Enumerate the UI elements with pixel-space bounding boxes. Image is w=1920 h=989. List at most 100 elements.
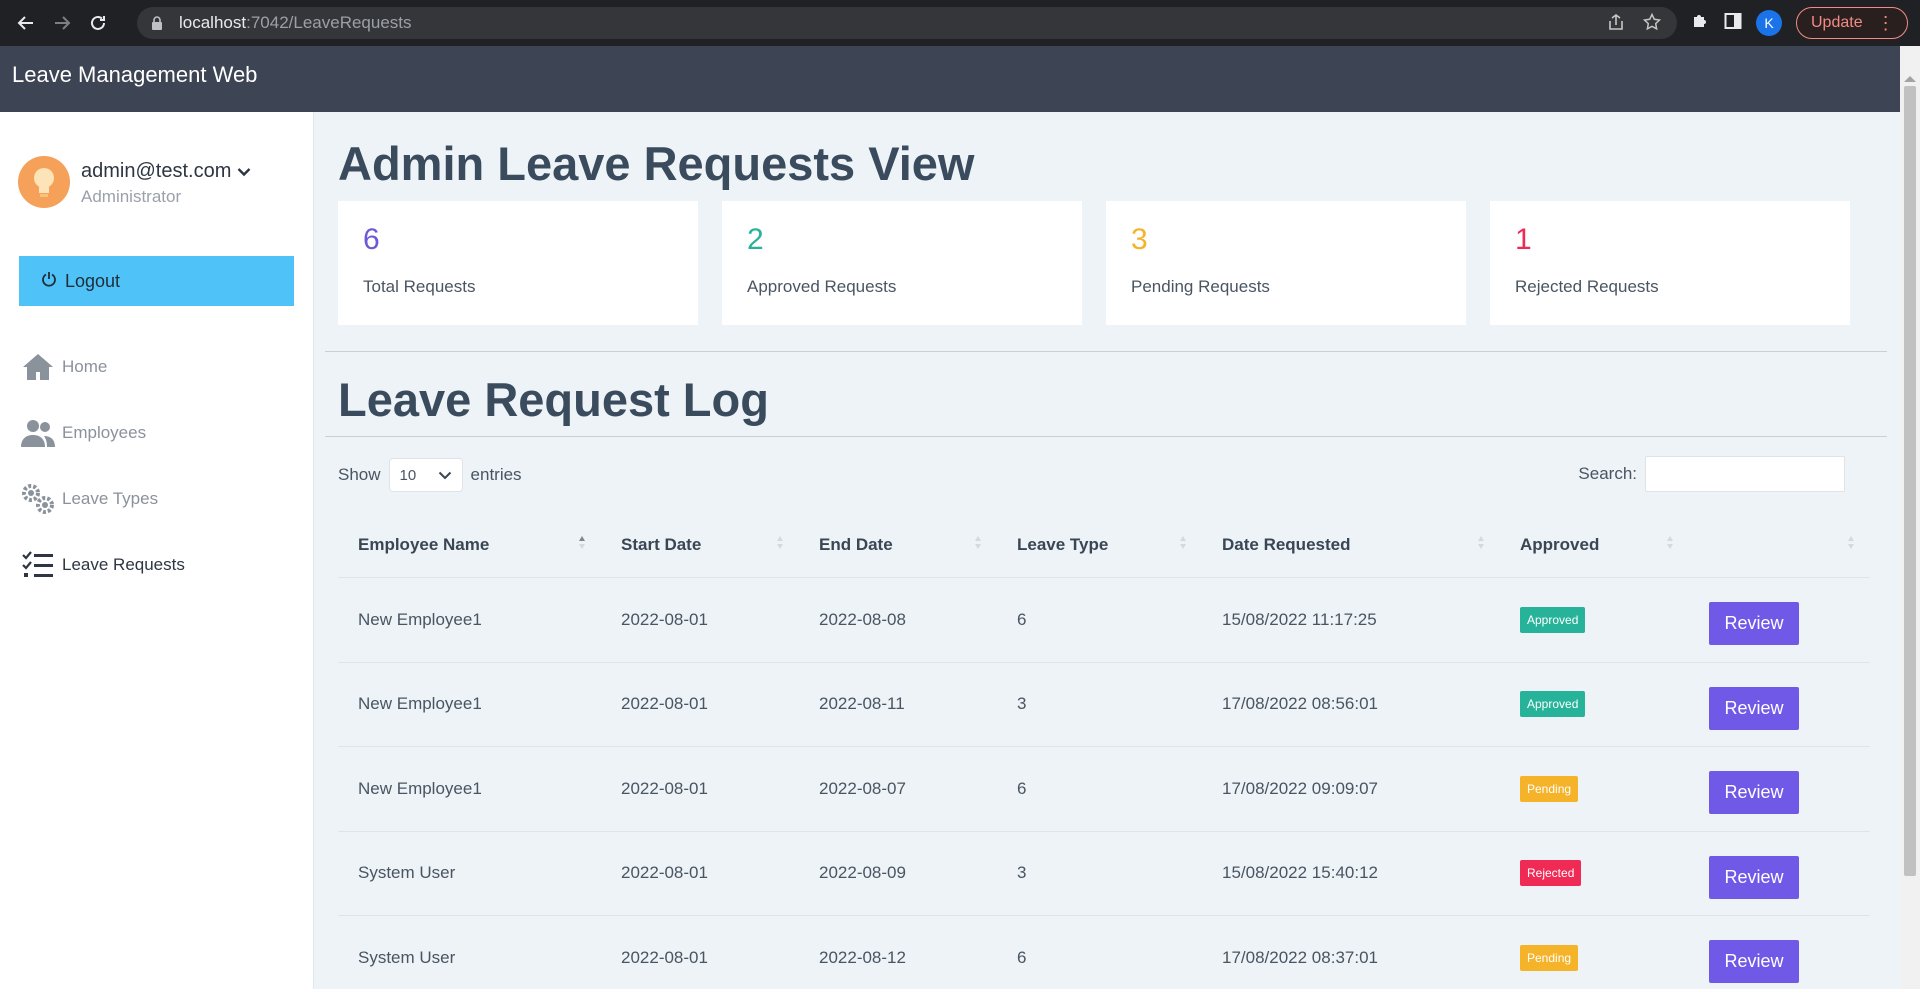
cell-date-requested: 17/08/2022 09:09:07 <box>1222 778 1378 798</box>
update-button[interactable]: Update ⋮ <box>1796 7 1908 39</box>
review-button[interactable]: Review <box>1709 940 1799 984</box>
sidebar-item-label: Leave Requests <box>62 555 185 574</box>
search-input[interactable] <box>1645 456 1845 492</box>
user-profile[interactable]: admin@test.com Administrator <box>18 156 251 208</box>
sidebar-item-leave-requests[interactable]: Leave Requests <box>20 532 300 598</box>
sidebar-item-label: Home <box>62 357 108 376</box>
stat-card-total: 6 Total Requests <box>338 201 698 325</box>
app-brand[interactable]: Leave Management Web <box>12 62 257 88</box>
share-icon[interactable] <box>1607 13 1625 36</box>
sort-icon <box>579 534 587 550</box>
logout-label: Logout <box>65 270 121 291</box>
checklist-icon <box>20 550 56 580</box>
extensions-puzzle-icon[interactable] <box>1690 11 1710 36</box>
table-row: System User 2022-08-01 2022-08-12 6 17/0… <box>338 916 1870 989</box>
stat-value: 1 <box>1515 223 1532 256</box>
sidebar-item-leave-types[interactable]: Leave Types <box>20 466 300 532</box>
stat-label: Total Requests <box>363 277 476 296</box>
entries-control: Show 10 entries <box>338 458 522 492</box>
url-host: localhost <box>179 13 247 32</box>
page-title: Admin Leave Requests View <box>338 137 975 190</box>
review-button[interactable]: Review <box>1709 855 1799 899</box>
cell-date-requested: 17/08/2022 08:37:01 <box>1222 947 1378 967</box>
bookmark-star-icon[interactable] <box>1642 12 1662 36</box>
sidebar-item-employees[interactable]: Employees <box>20 400 300 466</box>
profile-avatar[interactable]: K <box>1756 10 1782 36</box>
table-row: New Employee1 2022-08-01 2022-08-07 6 17… <box>338 747 1870 832</box>
lightbulb-icon <box>34 168 54 197</box>
cell-leave-type: 6 <box>1017 609 1027 629</box>
cell-end-date: 2022-08-09 <box>819 863 906 883</box>
cell-start-date: 2022-08-01 <box>621 694 708 714</box>
sidebar: admin@test.com Administrator Logout Home… <box>0 112 314 989</box>
status-badge: Pending <box>1520 775 1579 802</box>
more-menu-icon: ⋮ <box>1876 12 1895 33</box>
browser-toolbar: localhost :7042/LeaveRequests K Update ⋮ <box>0 0 1920 46</box>
scroll-up-arrow[interactable] <box>1904 76 1916 82</box>
column-approved[interactable]: Approved <box>1500 512 1689 577</box>
review-button[interactable]: Review <box>1709 771 1799 815</box>
table-header: Employee Name Start Date End Date Leave … <box>338 512 1870 578</box>
column-label: Start Date <box>621 534 702 554</box>
logout-button[interactable]: Logout <box>19 256 294 306</box>
cell-start-date: 2022-08-01 <box>621 609 708 629</box>
address-bar[interactable]: localhost :7042/LeaveRequests <box>137 7 1677 39</box>
cell-date-requested: 15/08/2022 15:40:12 <box>1222 863 1378 883</box>
lock-icon <box>151 16 163 30</box>
sidebar-item-home[interactable]: Home <box>20 334 300 400</box>
column-actions[interactable] <box>1689 512 1870 577</box>
column-start-date[interactable]: Start Date <box>601 512 799 577</box>
status-badge: Approved <box>1520 606 1586 633</box>
stat-label: Rejected Requests <box>1515 277 1659 296</box>
stat-card-rejected: 1 Rejected Requests <box>1490 201 1850 325</box>
chevron-down-icon <box>438 467 452 484</box>
status-badge: Pending <box>1520 944 1579 971</box>
user-role: Administrator <box>81 187 182 206</box>
stat-value: 3 <box>1131 223 1148 256</box>
entries-value: 10 <box>399 466 417 484</box>
chevron-down-icon[interactable] <box>237 160 251 183</box>
section-divider <box>325 351 1887 352</box>
power-icon <box>41 271 57 292</box>
reload-icon[interactable] <box>82 7 114 39</box>
column-employee-name[interactable]: Employee Name <box>338 512 601 577</box>
page-scrollbar[interactable] <box>1900 46 1920 989</box>
column-leave-type[interactable]: Leave Type <box>997 512 1202 577</box>
users-icon <box>20 418 56 448</box>
cell-end-date: 2022-08-11 <box>819 694 905 714</box>
column-end-date[interactable]: End Date <box>799 512 997 577</box>
sort-icon <box>777 534 785 550</box>
cell-employee: New Employee1 <box>358 694 482 714</box>
app-header: Leave Management Web <box>0 46 1900 112</box>
sidebar-nav: Home Employees Leave Types Leave Request… <box>20 334 300 598</box>
cell-leave-type: 6 <box>1017 947 1027 967</box>
cell-leave-type: 3 <box>1017 863 1027 883</box>
gears-icon <box>20 483 56 515</box>
sort-icon <box>1478 534 1486 550</box>
review-button[interactable]: Review <box>1709 602 1799 646</box>
sidebar-item-label: Leave Types <box>62 489 159 508</box>
update-label: Update <box>1811 14 1863 31</box>
leave-requests-table: Employee Name Start Date End Date Leave … <box>338 512 1870 989</box>
forward-icon[interactable] <box>46 7 78 39</box>
stat-label: Approved Requests <box>747 277 897 296</box>
stat-card-approved: 2 Approved Requests <box>722 201 1082 325</box>
status-badge: Rejected <box>1520 860 1582 887</box>
cell-start-date: 2022-08-01 <box>621 947 708 967</box>
search-label: Search: <box>1578 464 1637 483</box>
scrollbar-thumb[interactable] <box>1904 86 1916 876</box>
review-button[interactable]: Review <box>1709 686 1799 730</box>
cell-end-date: 2022-08-12 <box>819 947 906 967</box>
back-icon[interactable] <box>10 7 42 39</box>
table-row: System User 2022-08-01 2022-08-09 3 15/0… <box>338 832 1870 916</box>
cell-start-date: 2022-08-01 <box>621 778 708 798</box>
cell-employee: New Employee1 <box>358 778 482 798</box>
column-date-requested[interactable]: Date Requested <box>1202 512 1500 577</box>
column-label: Approved <box>1520 534 1600 554</box>
stat-value: 2 <box>747 223 764 256</box>
cell-end-date: 2022-08-08 <box>819 609 906 629</box>
sort-icon <box>975 534 983 550</box>
column-label: Leave Type <box>1017 534 1109 554</box>
side-panel-icon[interactable] <box>1724 12 1742 35</box>
entries-select[interactable]: 10 <box>388 458 463 492</box>
